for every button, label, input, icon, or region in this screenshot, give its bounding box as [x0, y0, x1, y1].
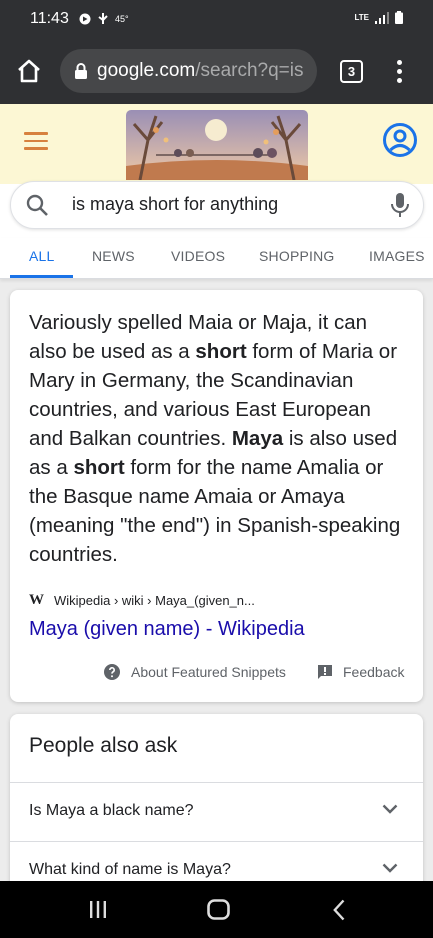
url-domain: google.com [97, 60, 196, 81]
tab-images[interactable]: IMAGES [369, 248, 425, 264]
search-tabs: ALL NEWS VIDEOS SHOPPING IMAGES [0, 238, 433, 279]
search-query-text[interactable]: is maya short for anything [72, 194, 278, 215]
search-area: is maya short for anything [0, 181, 433, 238]
people-also-ask-title: People also ask [29, 734, 178, 757]
snippet-text: Variously spelled Maia or Maja, it can a… [29, 311, 401, 566]
feedback-button[interactable]: Feedback [317, 664, 404, 680]
address-bar[interactable]: google.com/search?q=is [60, 49, 317, 93]
overflow-menu-icon[interactable] [392, 58, 406, 84]
battery-icon [395, 11, 403, 24]
result-title-link[interactable]: Maya (given name) - Wikipedia [29, 618, 305, 641]
url-text: google.com/search?q=is [97, 60, 307, 82]
usb-debug-icon [98, 13, 108, 24]
about-label: About Featured Snippets [131, 664, 286, 680]
chevron-down-icon[interactable] [382, 804, 398, 814]
tab-news[interactable]: NEWS [92, 248, 135, 264]
feedback-label: Feedback [343, 664, 405, 680]
notification-icon [79, 13, 91, 24]
status-time: 11:43 [30, 10, 69, 27]
source-breadcrumb[interactable]: W Wikipedia › wiki › Maya_(given_n... [29, 592, 255, 609]
account-icon[interactable] [382, 122, 418, 158]
paa-question-text: Is Maya a black name? [29, 802, 194, 819]
signal-icon [375, 11, 389, 24]
featured-snippet-card: Variously spelled Maia or Maja, it can a… [10, 290, 423, 702]
url-path: /search?q=is [195, 60, 304, 81]
network-type-label: LTE [354, 13, 369, 22]
people-also-ask-card: People also ask Is Maya a black name? Wh… [10, 714, 423, 894]
recent-apps-icon[interactable] [89, 901, 107, 918]
browser-toolbar: google.com/search?q=is 3 [0, 38, 433, 104]
home-nav-icon[interactable] [207, 899, 230, 920]
active-tab-indicator [10, 275, 73, 278]
tab-all[interactable]: ALL [29, 248, 55, 264]
home-icon[interactable] [16, 58, 42, 84]
paa-question-item[interactable]: Is Maya a black name? [10, 782, 423, 841]
wikipedia-icon: W [29, 592, 44, 608]
search-icon[interactable] [25, 193, 49, 217]
back-icon[interactable] [333, 899, 345, 921]
source-path: Wikipedia › wiki › Maya_(given_n... [54, 593, 255, 608]
tab-shopping[interactable]: SHOPPING [259, 248, 335, 264]
google-header [0, 104, 433, 184]
about-featured-snippets-button[interactable]: About Featured Snippets [104, 664, 286, 680]
status-notification-icons: 45° [79, 12, 129, 25]
microphone-icon[interactable] [389, 191, 411, 219]
status-bar: 11:43 45° LTE [0, 0, 433, 38]
temperature-label: 45° [115, 13, 129, 24]
status-system-icons: LTE [354, 11, 403, 24]
tab-count: 3 [347, 64, 356, 79]
hamburger-menu-icon[interactable] [24, 132, 48, 152]
chevron-down-icon[interactable] [382, 863, 398, 873]
system-navigation-bar [0, 881, 433, 938]
lock-icon [75, 63, 87, 79]
help-icon [104, 664, 120, 680]
search-input[interactable]: is maya short for anything [10, 181, 424, 229]
google-doodle-image[interactable] [126, 110, 308, 180]
feedback-icon [318, 665, 332, 679]
tab-videos[interactable]: VIDEOS [171, 248, 225, 264]
tab-switcher-button[interactable]: 3 [340, 60, 363, 83]
paa-question-text: What kind of name is Maya? [29, 861, 231, 878]
